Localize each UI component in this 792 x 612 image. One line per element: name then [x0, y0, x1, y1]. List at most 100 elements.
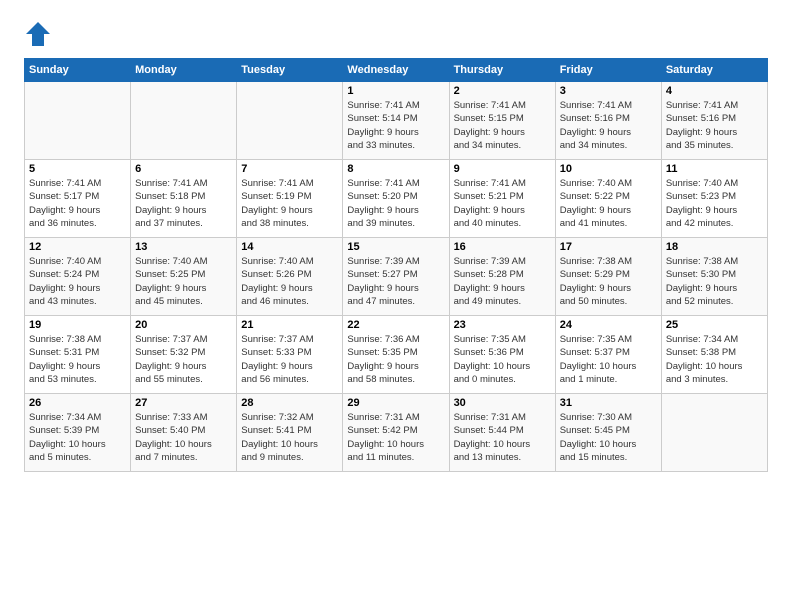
- calendar-day-18: 18Sunrise: 7:38 AM Sunset: 5:30 PM Dayli…: [661, 238, 767, 316]
- day-detail: Sunrise: 7:41 AM Sunset: 5:14 PM Dayligh…: [347, 99, 444, 152]
- col-header-sunday: Sunday: [25, 59, 131, 82]
- calendar-day-31: 31Sunrise: 7:30 AM Sunset: 5:45 PM Dayli…: [555, 394, 661, 472]
- calendar-day-9: 9 Sunrise: 7:41 AM Sunset: 5:21 PM Daylig…: [449, 160, 555, 238]
- day-detail: Sunrise: 7:40 AM Sunset: 5:25 PM Dayligh…: [135, 255, 232, 308]
- day-detail: Sunrise: 7:31 AM Sunset: 5:42 PM Dayligh…: [347, 411, 444, 464]
- day-detail: Sunrise: 7:40 AM Sunset: 5:23 PM Dayligh…: [666, 177, 763, 230]
- day-detail: Sunrise: 7:39 AM Sunset: 5:27 PM Dayligh…: [347, 255, 444, 308]
- calendar-day-29: 29 Sunrise: 7:31 AM Sunset: 5:42 PM Dayli…: [343, 394, 449, 472]
- calendar-day-22: 22 Sunrise: 7:36 AM Sunset: 5:35 PM Dayli…: [343, 316, 449, 394]
- day-number: 21: [241, 319, 338, 331]
- day-detail: Sunrise: 7:40 AM Sunset: 5:26 PM Dayligh…: [241, 255, 338, 308]
- day-number: 12: [29, 241, 126, 253]
- empty-cell: [131, 82, 237, 160]
- day-number: 4: [666, 85, 763, 97]
- calendar-week-1: 1 Sunrise: 7:41 AM Sunset: 5:14 PM Daylig…: [25, 82, 768, 160]
- day-number: 22: [347, 319, 444, 331]
- calendar-day-1: 1 Sunrise: 7:41 AM Sunset: 5:14 PM Daylig…: [343, 82, 449, 160]
- day-detail: Sunrise: 7:40 AM Sunset: 5:22 PM Dayligh…: [560, 177, 657, 230]
- calendar-day-24: 24 Sunrise: 7:35 AM Sunset: 5:37 PM Dayli…: [555, 316, 661, 394]
- calendar-day-16: 16 Sunrise: 7:39 AM Sunset: 5:28 PM Dayli…: [449, 238, 555, 316]
- calendar-day-7: 7Sunrise: 7:41 AM Sunset: 5:19 PM Daylig…: [237, 160, 343, 238]
- day-number: 26: [29, 397, 126, 409]
- day-detail: Sunrise: 7:38 AM Sunset: 5:29 PM Dayligh…: [560, 255, 657, 308]
- day-detail: Sunrise: 7:41 AM Sunset: 5:19 PM Dayligh…: [241, 177, 338, 230]
- calendar-day-14: 14 Sunrise: 7:40 AM Sunset: 5:26 PM Dayli…: [237, 238, 343, 316]
- day-number: 20: [135, 319, 232, 331]
- calendar-day-12: 12 Sunrise: 7:40 AM Sunset: 5:24 PM Dayli…: [25, 238, 131, 316]
- calendar-week-4: 19 Sunrise: 7:38 AM Sunset: 5:31 PM Dayli…: [25, 316, 768, 394]
- calendar-day-4: 4 Sunrise: 7:41 AM Sunset: 5:16 PM Daylig…: [661, 82, 767, 160]
- calendar-week-5: 26 Sunrise: 7:34 AM Sunset: 5:39 PM Dayli…: [25, 394, 768, 472]
- calendar-day-25: 25 Sunrise: 7:34 AM Sunset: 5:38 PM Dayli…: [661, 316, 767, 394]
- empty-cell: [661, 394, 767, 472]
- day-detail: Sunrise: 7:38 AM Sunset: 5:31 PM Dayligh…: [29, 333, 126, 386]
- col-header-monday: Monday: [131, 59, 237, 82]
- day-number: 17: [560, 241, 657, 253]
- header: [24, 20, 768, 48]
- calendar-day-10: 10Sunrise: 7:40 AM Sunset: 5:22 PM Dayli…: [555, 160, 661, 238]
- logo-icon: [24, 20, 52, 48]
- calendar-day-6: 6 Sunrise: 7:41 AM Sunset: 5:18 PM Daylig…: [131, 160, 237, 238]
- day-detail: Sunrise: 7:34 AM Sunset: 5:38 PM Dayligh…: [666, 333, 763, 386]
- calendar-day-11: 11 Sunrise: 7:40 AM Sunset: 5:23 PM Dayli…: [661, 160, 767, 238]
- day-number: 8: [347, 163, 444, 175]
- logo: [24, 20, 54, 48]
- calendar-day-5: 5 Sunrise: 7:41 AM Sunset: 5:17 PM Daylig…: [25, 160, 131, 238]
- col-header-wednesday: Wednesday: [343, 59, 449, 82]
- day-number: 14: [241, 241, 338, 253]
- calendar-day-19: 19 Sunrise: 7:38 AM Sunset: 5:31 PM Dayli…: [25, 316, 131, 394]
- day-number: 29: [347, 397, 444, 409]
- day-number: 5: [29, 163, 126, 175]
- day-number: 24: [560, 319, 657, 331]
- day-number: 25: [666, 319, 763, 331]
- day-detail: Sunrise: 7:41 AM Sunset: 5:21 PM Dayligh…: [454, 177, 551, 230]
- day-detail: Sunrise: 7:33 AM Sunset: 5:40 PM Dayligh…: [135, 411, 232, 464]
- col-header-friday: Friday: [555, 59, 661, 82]
- calendar-day-3: 3 Sunrise: 7:41 AM Sunset: 5:16 PM Daylig…: [555, 82, 661, 160]
- day-detail: Sunrise: 7:35 AM Sunset: 5:36 PM Dayligh…: [454, 333, 551, 386]
- day-detail: Sunrise: 7:39 AM Sunset: 5:28 PM Dayligh…: [454, 255, 551, 308]
- day-detail: Sunrise: 7:41 AM Sunset: 5:20 PM Dayligh…: [347, 177, 444, 230]
- day-detail: Sunrise: 7:41 AM Sunset: 5:17 PM Dayligh…: [29, 177, 126, 230]
- day-detail: Sunrise: 7:41 AM Sunset: 5:16 PM Dayligh…: [666, 99, 763, 152]
- day-number: 6: [135, 163, 232, 175]
- day-detail: Sunrise: 7:32 AM Sunset: 5:41 PM Dayligh…: [241, 411, 338, 464]
- calendar-day-13: 13Sunrise: 7:40 AM Sunset: 5:25 PM Dayli…: [131, 238, 237, 316]
- day-detail: Sunrise: 7:41 AM Sunset: 5:15 PM Dayligh…: [454, 99, 551, 152]
- day-number: 31: [560, 397, 657, 409]
- calendar-week-2: 5 Sunrise: 7:41 AM Sunset: 5:17 PM Daylig…: [25, 160, 768, 238]
- day-number: 16: [454, 241, 551, 253]
- day-detail: Sunrise: 7:41 AM Sunset: 5:16 PM Dayligh…: [560, 99, 657, 152]
- col-header-thursday: Thursday: [449, 59, 555, 82]
- day-number: 3: [560, 85, 657, 97]
- col-header-tuesday: Tuesday: [237, 59, 343, 82]
- empty-cell: [25, 82, 131, 160]
- day-number: 1: [347, 85, 444, 97]
- calendar-day-17: 17 Sunrise: 7:38 AM Sunset: 5:29 PM Dayli…: [555, 238, 661, 316]
- empty-cell: [237, 82, 343, 160]
- day-detail: Sunrise: 7:31 AM Sunset: 5:44 PM Dayligh…: [454, 411, 551, 464]
- calendar-day-28: 28 Sunrise: 7:32 AM Sunset: 5:41 PM Dayli…: [237, 394, 343, 472]
- calendar-day-2: 2 Sunrise: 7:41 AM Sunset: 5:15 PM Daylig…: [449, 82, 555, 160]
- calendar-week-3: 12 Sunrise: 7:40 AM Sunset: 5:24 PM Dayli…: [25, 238, 768, 316]
- calendar-day-20: 20Sunrise: 7:37 AM Sunset: 5:32 PM Dayli…: [131, 316, 237, 394]
- day-number: 19: [29, 319, 126, 331]
- calendar-table: SundayMondayTuesdayWednesdayThursdayFrid…: [24, 58, 768, 472]
- calendar-day-30: 30Sunrise: 7:31 AM Sunset: 5:44 PM Dayli…: [449, 394, 555, 472]
- day-detail: Sunrise: 7:38 AM Sunset: 5:30 PM Dayligh…: [666, 255, 763, 308]
- day-number: 23: [454, 319, 551, 331]
- page: SundayMondayTuesdayWednesdayThursdayFrid…: [0, 0, 792, 612]
- day-number: 15: [347, 241, 444, 253]
- day-number: 9: [454, 163, 551, 175]
- day-detail: Sunrise: 7:40 AM Sunset: 5:24 PM Dayligh…: [29, 255, 126, 308]
- day-number: 28: [241, 397, 338, 409]
- day-number: 11: [666, 163, 763, 175]
- day-detail: Sunrise: 7:41 AM Sunset: 5:18 PM Dayligh…: [135, 177, 232, 230]
- calendar-day-26: 26 Sunrise: 7:34 AM Sunset: 5:39 PM Dayli…: [25, 394, 131, 472]
- day-detail: Sunrise: 7:34 AM Sunset: 5:39 PM Dayligh…: [29, 411, 126, 464]
- calendar-day-27: 27Sunrise: 7:33 AM Sunset: 5:40 PM Dayli…: [131, 394, 237, 472]
- day-number: 2: [454, 85, 551, 97]
- day-detail: Sunrise: 7:35 AM Sunset: 5:37 PM Dayligh…: [560, 333, 657, 386]
- day-detail: Sunrise: 7:36 AM Sunset: 5:35 PM Dayligh…: [347, 333, 444, 386]
